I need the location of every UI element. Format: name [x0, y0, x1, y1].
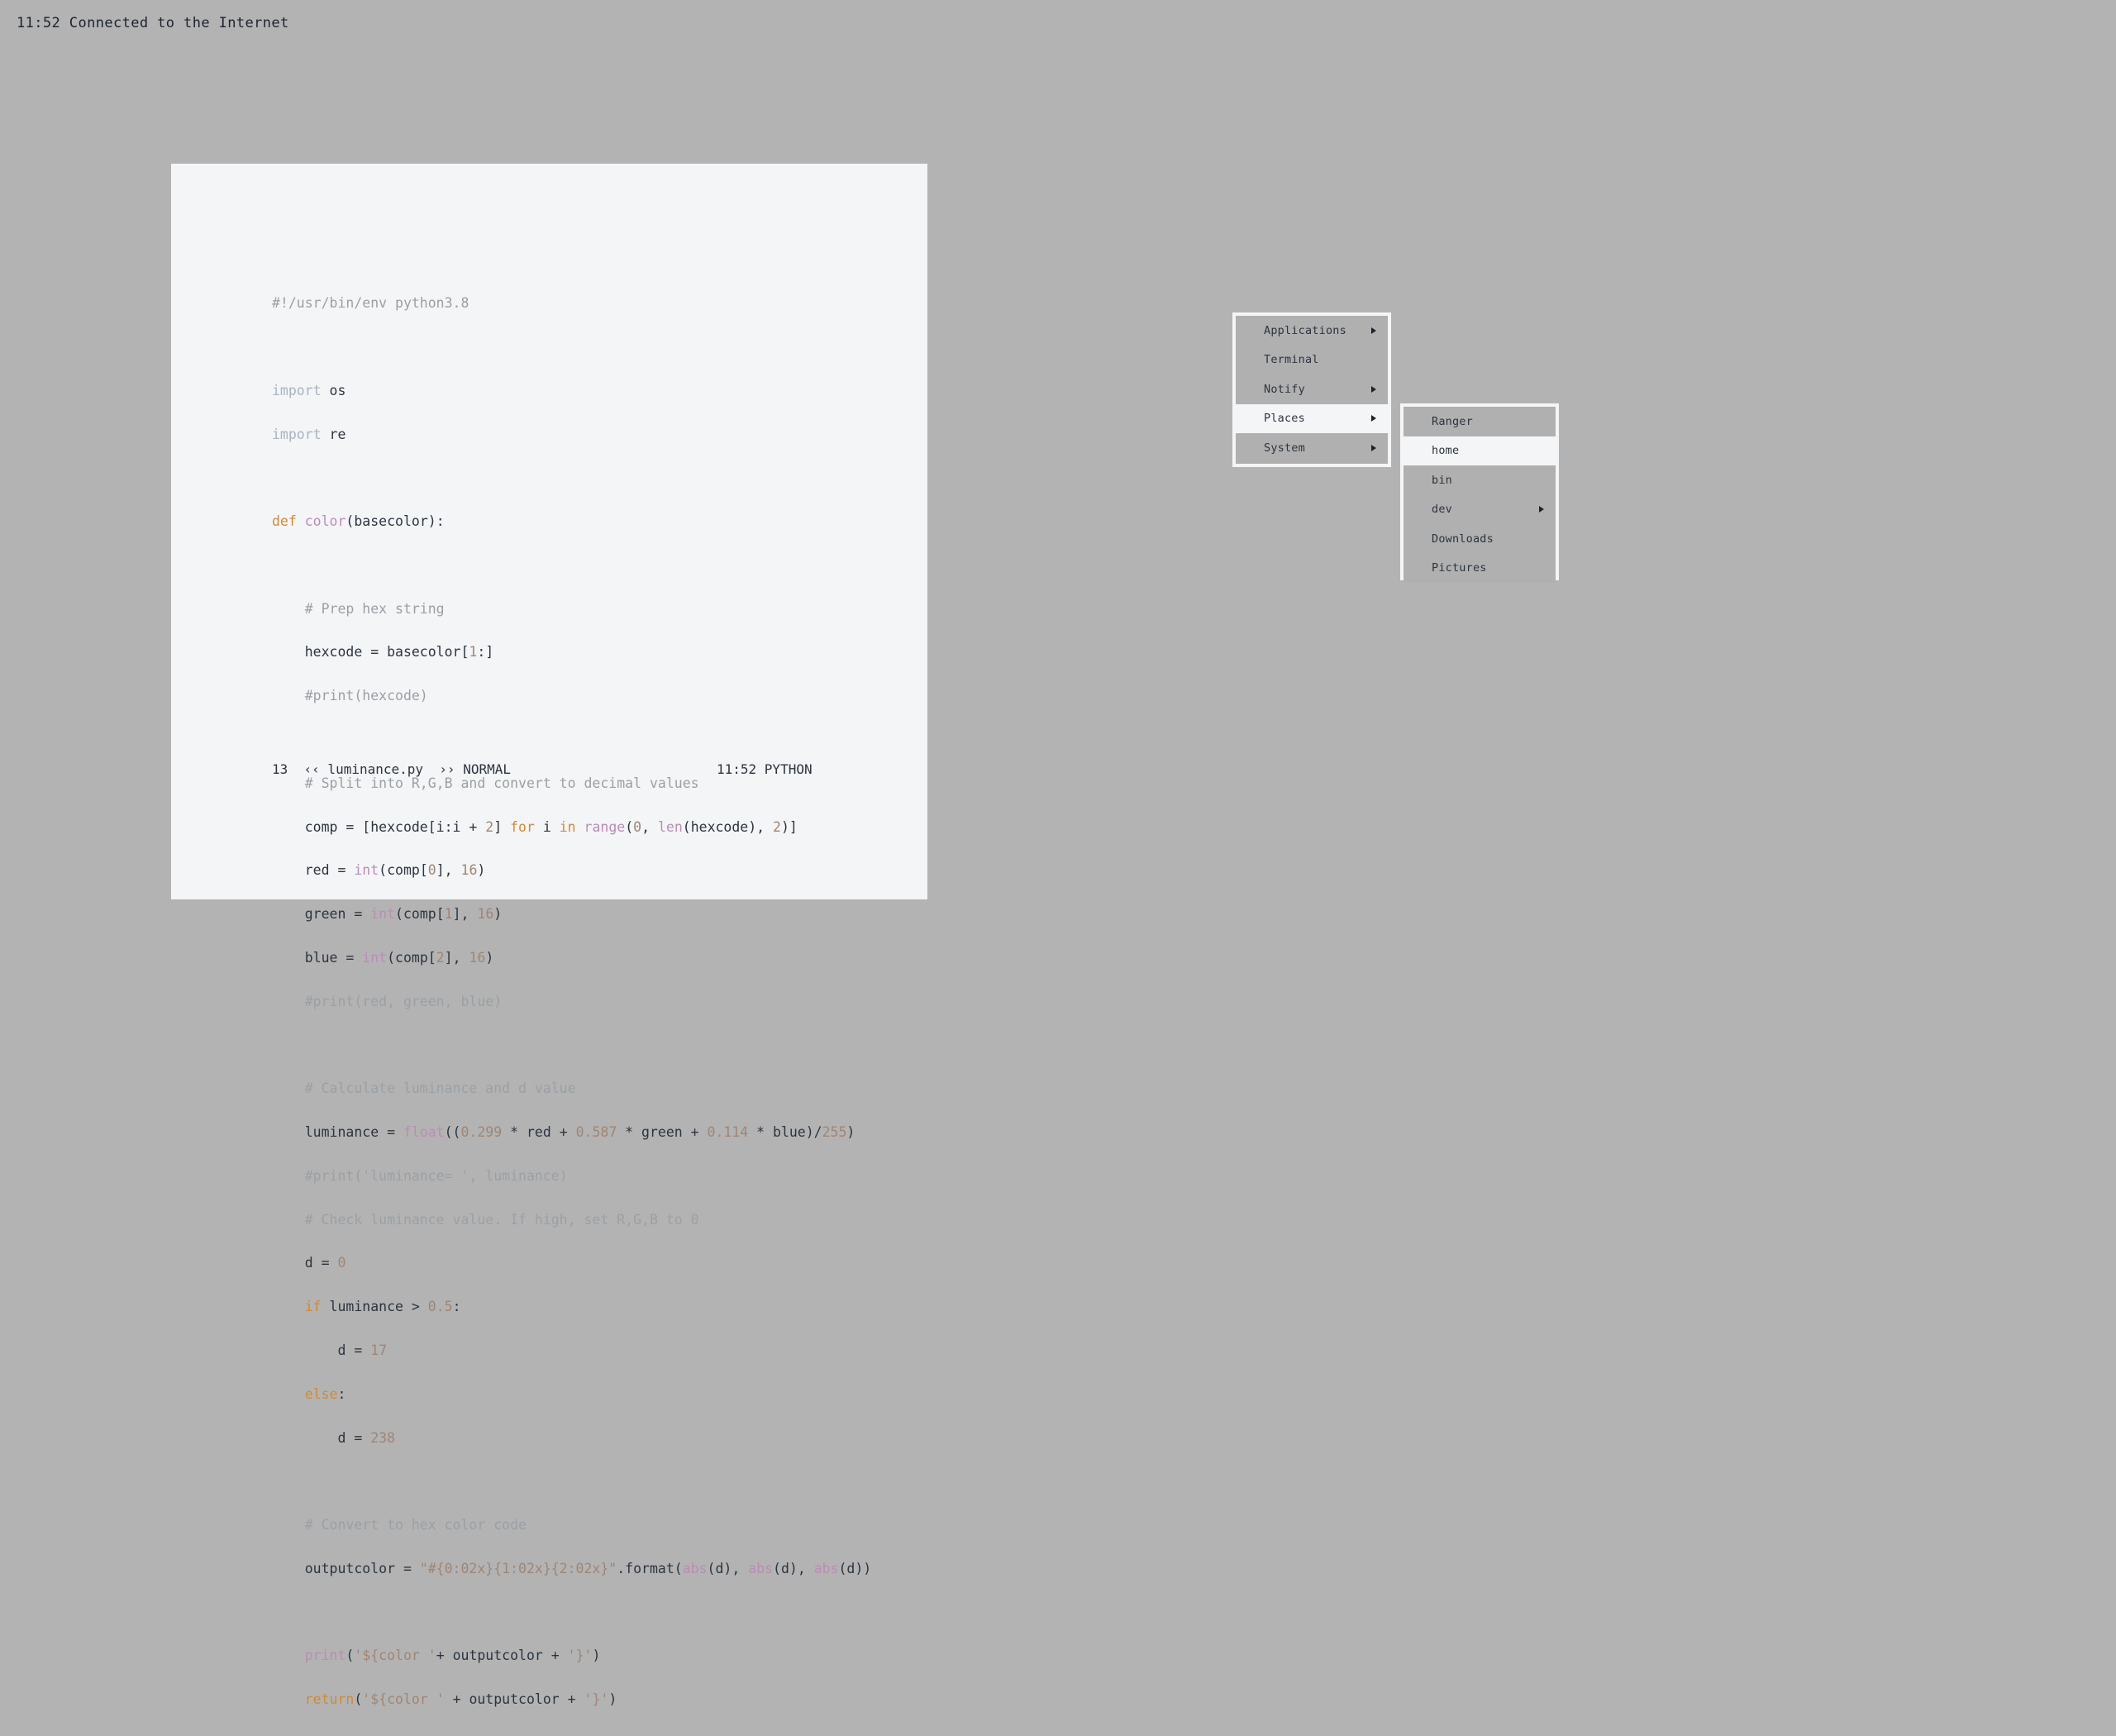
code-line: d = 17: [272, 1343, 871, 1358]
menu-item-label: Notify: [1236, 383, 1305, 396]
submenu-item-label: Pictures: [1404, 561, 1487, 575]
submenu-item-dev[interactable]: dev: [1404, 495, 1556, 525]
menu-item-places[interactable]: Places: [1236, 404, 1388, 434]
code-line: #print(red, green, blue): [272, 994, 871, 1009]
code-line: comp = [hexcode[i:i + 2] for i in range(…: [272, 820, 871, 835]
code-line-blank: [272, 558, 871, 573]
desktop-statusbar: 11:52 Connected to the Internet: [0, 0, 2116, 46]
submenu-item-downloads[interactable]: Downloads: [1404, 524, 1556, 554]
code-line: #print(hexcode): [272, 689, 871, 703]
code-line: import os: [272, 384, 871, 398]
root-menu[interactable]: Applications Terminal Notify Places Syst…: [1232, 312, 1391, 467]
code-line: #!/usr/bin/env python3.8: [272, 296, 871, 311]
code-line: outputcolor = "#{0:02x}{1:02x}{2:02x}".f…: [272, 1562, 871, 1576]
code-line-blank: [272, 470, 871, 485]
code-line: def color(basecolor):: [272, 514, 871, 529]
places-submenu[interactable]: Ranger home bin dev Downloads Pictures: [1400, 403, 1559, 580]
code-content[interactable]: #!/usr/bin/env python3.8 import os impor…: [272, 267, 871, 1736]
menu-item-system[interactable]: System: [1236, 433, 1388, 463]
menu-item-notify[interactable]: Notify: [1236, 374, 1388, 404]
code-line: else:: [272, 1387, 871, 1402]
code-line: if luminance > 0.5:: [272, 1300, 871, 1314]
submenu-item-label: Ranger: [1404, 415, 1473, 428]
code-line: #print('luminance= ', luminance): [272, 1169, 871, 1184]
code-line: d = 0: [272, 1256, 871, 1271]
code-line: green = int(comp[1], 16): [272, 907, 871, 922]
code-line: red = int(comp[0], 16): [272, 863, 871, 878]
code-line: luminance = float((0.299 * red + 0.587 *…: [272, 1125, 871, 1140]
code-line: # Prep hex string: [272, 602, 871, 617]
code-line: hexcode = basecolor[1:]: [272, 645, 871, 660]
code-line: d = 238: [272, 1431, 871, 1446]
submenu-item-label: home: [1404, 444, 1459, 457]
code-line-blank: [272, 1474, 871, 1489]
submenu-item-pictures[interactable]: Pictures: [1404, 554, 1556, 584]
chevron-right-icon: [1371, 386, 1376, 393]
editor-status-left: 13 ‹‹ luminance.py ›› NORMAL: [272, 761, 511, 777]
text-editor-window[interactable]: #!/usr/bin/env python3.8 import os impor…: [171, 164, 927, 899]
code-line: blue = int(comp[2], 16): [272, 951, 871, 966]
menu-item-label: Applications: [1236, 324, 1346, 337]
code-line: # Calculate luminance and d value: [272, 1081, 871, 1096]
chevron-right-icon: [1371, 415, 1376, 422]
code-line-blank: [272, 1605, 871, 1620]
code-line-blank: [272, 1037, 871, 1052]
code-line: # Check luminance value. If high, set R,…: [272, 1213, 871, 1228]
code-line-blank: [272, 340, 871, 355]
submenu-item-home[interactable]: home: [1404, 436, 1556, 466]
editor-status-right: 11:52 PYTHON: [717, 761, 813, 777]
code-line: return('${color ' + outputcolor + '}'): [272, 1692, 871, 1707]
code-line-blank: [272, 732, 871, 747]
code-line: # Convert to hex color code: [272, 1518, 871, 1533]
submenu-item-label: Downloads: [1404, 532, 1494, 546]
code-line: # Split into R,G,B and convert to decima…: [272, 776, 871, 791]
menu-item-label: System: [1236, 441, 1305, 455]
editor-status-line: 13 ‹‹ luminance.py ›› NORMAL 11:52 PYTHO…: [272, 761, 851, 777]
submenu-item-ranger[interactable]: Ranger: [1404, 407, 1556, 436]
chevron-right-icon: [1371, 327, 1376, 334]
submenu-item-bin[interactable]: bin: [1404, 465, 1556, 495]
menu-item-terminal[interactable]: Terminal: [1236, 346, 1388, 375]
chevron-right-icon: [1539, 506, 1544, 513]
submenu-item-label: bin: [1404, 474, 1452, 487]
code-line: print('${color '+ outputcolor + '}'): [272, 1648, 871, 1663]
menu-item-label: Places: [1236, 412, 1305, 425]
desktop-status-text: 11:52 Connected to the Internet: [17, 15, 289, 31]
code-line: import re: [272, 427, 871, 442]
chevron-right-icon: [1371, 445, 1376, 451]
submenu-item-label: dev: [1404, 503, 1452, 516]
menu-item-label: Terminal: [1236, 353, 1319, 366]
menu-item-applications[interactable]: Applications: [1236, 316, 1388, 346]
